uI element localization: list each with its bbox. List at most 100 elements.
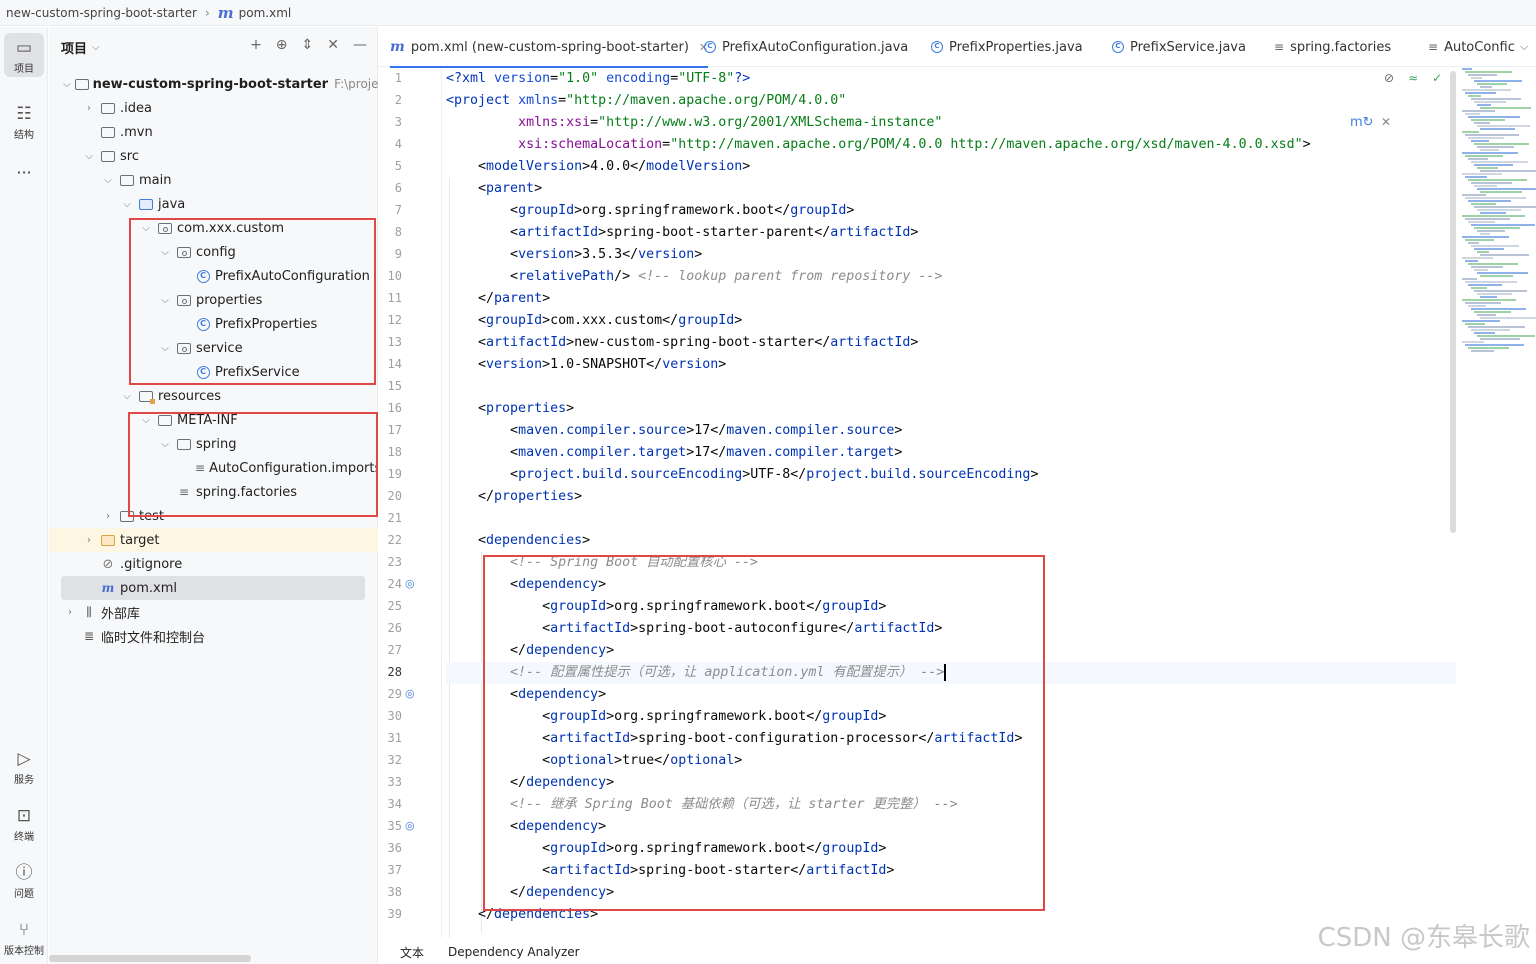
tree-item-meta-inf[interactable]: ⌵ META-INF xyxy=(49,408,378,432)
eye-off-icon[interactable]: ⊘ xyxy=(1384,71,1394,85)
minimap-line xyxy=(1471,119,1505,121)
chevron-down-icon: ⌵ xyxy=(92,41,100,53)
tree-item-properties-class[interactable]: C PrefixProperties xyxy=(49,312,378,336)
minimap-line xyxy=(1462,278,1477,280)
minimap-line xyxy=(1462,341,1484,343)
tool-structure[interactable]: ☷ 结构 xyxy=(0,105,48,141)
more-tools-button[interactable]: ··· xyxy=(0,163,48,182)
tree-item-module[interactable]: ⌵ new-custom-spring-boot-starter F:\proj… xyxy=(49,72,408,96)
code-line-26: <artifactId>spring-boot-autoconfigure</a… xyxy=(446,621,943,636)
tab-prefix-auto-configuration[interactable]: C PrefixAutoConfiguration.java xyxy=(704,27,908,67)
minimap-line xyxy=(1474,80,1522,82)
tree-item-spring[interactable]: ⌵ spring xyxy=(49,432,378,456)
tree-item-spring-factories[interactable]: ≡ spring.factories xyxy=(49,480,378,504)
tree-item-main[interactable]: ⌵ main xyxy=(49,168,378,192)
code-line-13: <artifactId>new-custom-spring-boot-start… xyxy=(446,335,919,350)
expand-all-icon[interactable]: ⇕ xyxy=(302,37,314,53)
horizontal-scrollbar[interactable] xyxy=(49,955,251,962)
chevron-down-icon[interactable]: ⌵ xyxy=(139,223,153,234)
tree-item-gitignore[interactable]: ⊘ .gitignore xyxy=(49,552,378,576)
close-icon[interactable]: ✕ xyxy=(1381,115,1391,129)
tool-services[interactable]: ▷ 服务 xyxy=(0,750,48,786)
tab-autoconfiguration-imports[interactable]: ≡ AutoConfic xyxy=(1428,27,1515,67)
minimap-line xyxy=(1465,323,1485,325)
chevron-down-icon[interactable]: ⌵ xyxy=(101,175,115,186)
tree-item-target[interactable]: › target xyxy=(49,528,378,552)
minimap-line xyxy=(1474,227,1520,229)
minimap[interactable] xyxy=(1458,68,1536,368)
chevron-down-icon[interactable]: ⌵ xyxy=(120,199,134,210)
tool-project[interactable]: ▭ 项目 xyxy=(4,33,44,77)
breadcrumb-project[interactable]: new-custom-spring-boot-starter xyxy=(6,6,197,20)
chevron-right-icon[interactable]: › xyxy=(101,511,115,522)
vertical-scrollbar[interactable] xyxy=(1450,71,1456,533)
tree-item-idea[interactable]: › .idea xyxy=(49,96,378,120)
tool-vcs[interactable]: ⑂ 版本控制 xyxy=(0,921,48,957)
tree-item-scratches[interactable]: ≣ 临时文件和控制台 xyxy=(49,624,378,648)
dependency-gutter-icon[interactable]: ◎ xyxy=(405,577,415,590)
dependency-gutter-icon[interactable]: ◎ xyxy=(405,687,415,700)
tree-item-autoconfig-class[interactable]: C PrefixAutoConfiguration xyxy=(49,264,378,288)
tool-terminal[interactable]: ⊡ 终端 xyxy=(0,807,48,843)
chevron-down-icon[interactable]: ⌵ xyxy=(158,295,172,306)
minimap-line xyxy=(1480,317,1536,319)
hide-icon[interactable]: — xyxy=(353,37,367,53)
tab-list-chevron-icon[interactable]: ⌵ xyxy=(1520,27,1528,67)
tree-item-package-root[interactable]: ⌵ com.xxx.custom xyxy=(49,216,378,240)
code-line-22: <dependencies> xyxy=(446,533,591,548)
minimap-line xyxy=(1468,116,1520,118)
check-icon[interactable]: ✓ xyxy=(1432,71,1442,85)
tree-item-mvn[interactable]: .mvn xyxy=(49,120,378,144)
tree-item-resources[interactable]: ⌵ resources xyxy=(49,384,378,408)
tree-item-config[interactable]: ⌵ config xyxy=(49,240,378,264)
code-line-38: </dependency> xyxy=(446,885,615,900)
minimap-line xyxy=(1480,128,1515,130)
chevron-right-icon[interactable]: › xyxy=(63,607,77,618)
tree-item-test[interactable]: › test xyxy=(49,504,378,528)
chevron-down-icon[interactable]: ⌵ xyxy=(158,439,172,450)
tab-prefix-properties[interactable]: C PrefixProperties.java xyxy=(931,27,1083,67)
services-icon: ▷ xyxy=(17,749,31,769)
tool-window-strip: ▭ 项目 ☷ 结构 ··· ▷ 服务 ⊡ 终端 ⓘ 问题 ⑂ 版本控制 xyxy=(0,27,48,964)
tab-spring-factories[interactable]: ≡ spring.factories xyxy=(1274,27,1391,67)
tab-dependency-analyzer[interactable]: Dependency Analyzer xyxy=(448,945,580,959)
dependency-gutter-icon[interactable]: ◎ xyxy=(405,819,415,832)
tree-item-java[interactable]: ⌵ java xyxy=(49,192,378,216)
line-number: 17 xyxy=(387,423,402,437)
chevron-down-icon[interactable]: ⌵ xyxy=(63,79,71,90)
locate-icon[interactable]: ⊕ xyxy=(276,37,288,53)
tree-item-autoconfig-imports[interactable]: ≡ AutoConfiguration.imports xyxy=(49,456,381,480)
tab-pom[interactable]: m pom.xml (new-custom-spring-boot-starte… xyxy=(390,27,709,68)
collapse-all-icon[interactable]: ✕ xyxy=(327,37,339,53)
code-area[interactable]: <?xml version="1.0" encoding="UTF-8"?> <… xyxy=(446,68,1456,938)
chevron-right-icon[interactable]: › xyxy=(82,535,96,546)
tree-item-service-class[interactable]: C PrefixService xyxy=(49,360,378,384)
line-number: 10 xyxy=(387,269,402,283)
tree-item-external-libraries[interactable]: › ⫼ 外部库 xyxy=(49,600,378,624)
chevron-down-icon[interactable]: ⌵ xyxy=(158,247,172,258)
tool-problems[interactable]: ⓘ 问题 xyxy=(0,864,48,900)
chevron-down-icon[interactable]: ⌵ xyxy=(158,343,172,354)
reader-mode-icon[interactable]: m↻ xyxy=(1350,115,1374,130)
ai-assist-icon[interactable]: ≈ xyxy=(1408,71,1418,85)
tab-text[interactable]: 文本 xyxy=(400,944,424,961)
minimap-line xyxy=(1468,179,1527,181)
add-icon[interactable]: + xyxy=(250,37,262,53)
tree-item-service[interactable]: ⌵ service xyxy=(49,336,378,360)
minimap-line xyxy=(1471,224,1535,226)
chevron-down-icon[interactable]: ⌵ xyxy=(139,415,153,426)
tree-item-src[interactable]: ⌵ src xyxy=(49,144,378,168)
chevron-down-icon[interactable]: ⌵ xyxy=(82,151,96,162)
tree-item-pom[interactable]: m pom.xml xyxy=(61,576,365,600)
minimap-line xyxy=(1468,263,1518,265)
line-number: 29 xyxy=(387,687,402,701)
chevron-down-icon[interactable]: ⌵ xyxy=(120,391,134,402)
minimap-line xyxy=(1462,299,1516,301)
minimap-line xyxy=(1471,140,1489,142)
code-line-4: xsi:schemaLocation="http://maven.apache.… xyxy=(518,137,1311,152)
tab-prefix-service[interactable]: C PrefixService.java xyxy=(1112,27,1246,67)
tree-item-properties[interactable]: ⌵ properties xyxy=(49,288,378,312)
breadcrumb-file[interactable]: pom.xml xyxy=(239,6,292,20)
folder-icon xyxy=(100,125,116,139)
chevron-right-icon[interactable]: › xyxy=(82,103,96,114)
